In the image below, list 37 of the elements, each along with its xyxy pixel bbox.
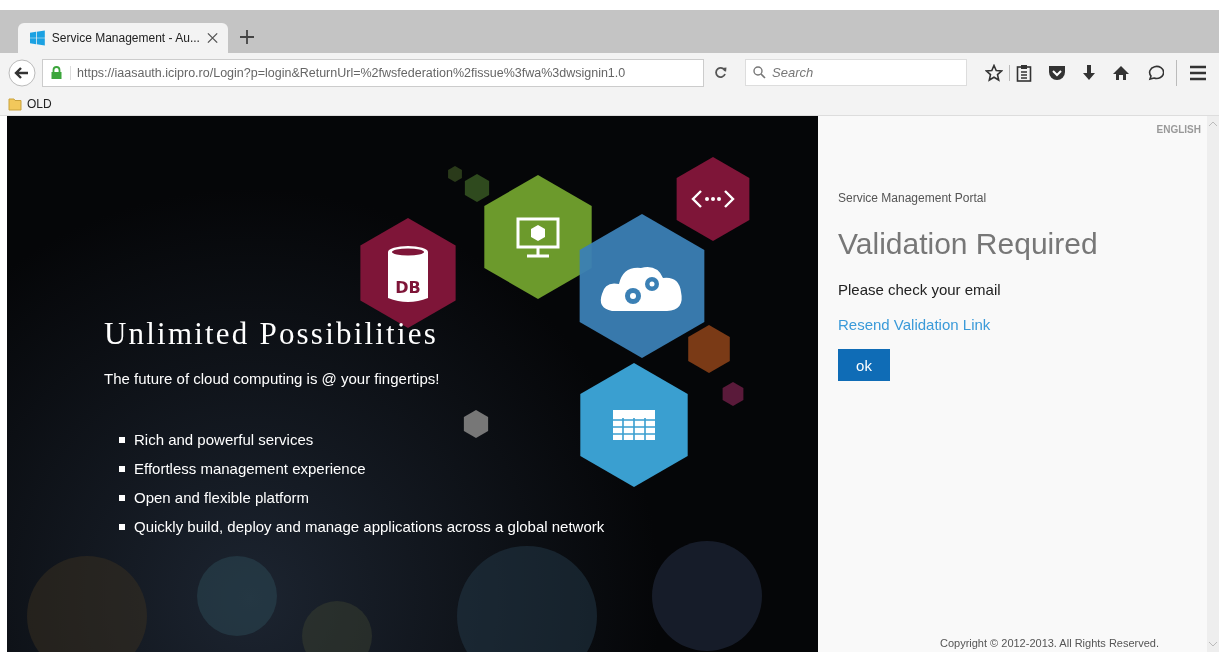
star-icon[interactable]: [985, 63, 1003, 82]
speech-bubble-icon[interactable]: [1146, 63, 1164, 82]
windows-logo-icon: [30, 30, 45, 46]
bullet-icon: [119, 523, 125, 530]
bullet-icon: [119, 465, 125, 472]
small-hexagon: [722, 382, 744, 406]
download-icon[interactable]: [1082, 64, 1096, 81]
small-hexagon: [688, 325, 730, 373]
small-hexagon: [464, 174, 490, 202]
clipboard-icon[interactable]: [1016, 63, 1032, 82]
search-icon: [753, 66, 766, 79]
feature-text: Rich and powerful services: [134, 431, 314, 448]
feature-text: Effortless management experience: [134, 460, 366, 477]
hero-subtitle: The future of cloud computing is @ your fingertips!: [104, 369, 441, 389]
page-heading: Validation Required: [838, 227, 1099, 261]
folder-icon: [8, 96, 22, 111]
feature-text: Quickly build, deploy and manage applications across a global network: [134, 518, 605, 535]
bookmark-link[interactable]: OLD: [27, 96, 52, 111]
home-icon[interactable]: [1112, 64, 1130, 81]
new-tab-icon[interactable]: [240, 30, 254, 44]
reload-icon[interactable]: [714, 66, 727, 79]
copyright-text: Copyright © 2012-2013. All Rights Reserved.: [938, 637, 1161, 649]
menu-icon[interactable]: [1189, 64, 1207, 81]
bullet-icon: [119, 436, 125, 443]
url-text: https://iaasauth.icipro.ro/Login?p=login&ReturnUrl=%2fwsfederation%2fissue%3fwa%3dwsignin1.0: [70, 65, 626, 80]
lock-icon: [51, 66, 62, 79]
small-hexagon: [463, 410, 489, 438]
small-hexagon: [448, 166, 462, 182]
portal-name: Service Management Portal: [838, 191, 988, 205]
address-bar[interactable]: https://iaasauth.icipro.ro/Login?p=login&ReturnUrl=%2fwsfederation%2fissue%3fwa%3dwsignin1.0: [42, 58, 704, 87]
search-field[interactable]: Search: [745, 59, 967, 86]
ok-button[interactable]: ok: [838, 349, 890, 381]
feature-text: Open and flexible platform: [134, 489, 310, 506]
message-text: Please check your email: [838, 281, 1002, 298]
close-icon[interactable]: [206, 32, 218, 44]
browser-tab[interactable]: Service Management - Au...: [18, 23, 228, 53]
bullet-icon: [119, 494, 125, 501]
